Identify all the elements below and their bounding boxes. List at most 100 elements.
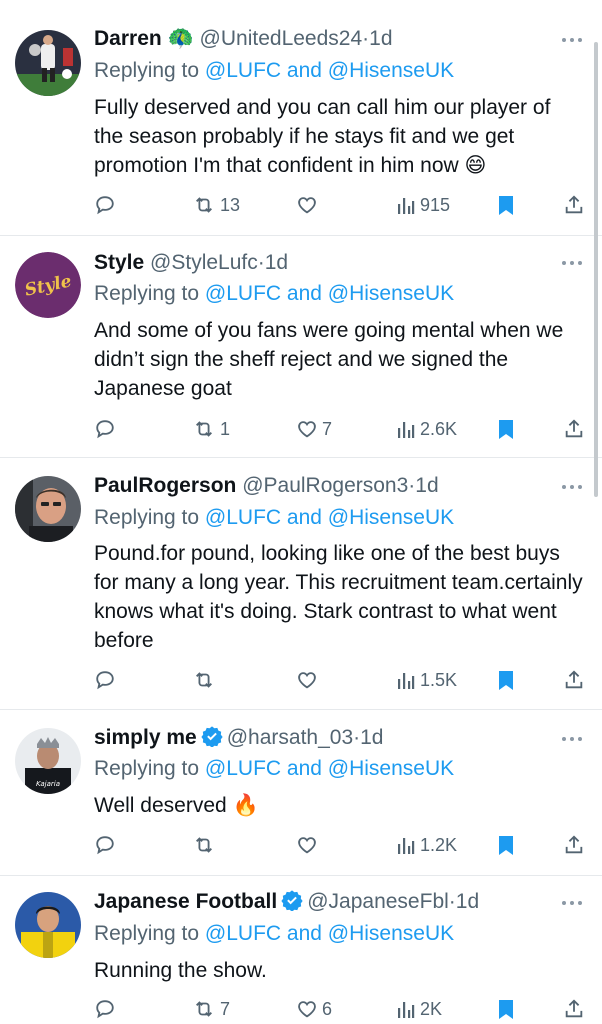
repost-count: 7: [220, 998, 231, 1019]
tweet-actions: 7 6 2K: [0, 996, 602, 1022]
more-icon[interactable]: [560, 482, 584, 492]
tweet[interactable]: Kajaria simply me @harsath_03·1d Replying…: [0, 710, 602, 876]
reply-button[interactable]: [94, 192, 116, 218]
timestamp[interactable]: 1d: [360, 726, 383, 749]
user-handle[interactable]: @UnitedLeeds24: [200, 27, 363, 50]
share-icon: [565, 195, 583, 214]
repost-button[interactable]: 13: [192, 192, 240, 218]
display-name[interactable]: Darren: [94, 27, 162, 50]
tweet-header: simply me @harsath_03·1d: [94, 723, 562, 753]
tweet-text: Fully deserved and you can call him our …: [94, 96, 551, 177]
share-button[interactable]: [563, 996, 585, 1022]
tweet[interactable]: Darren 🦚 @UnitedLeeds24·1d Replying to @…: [0, 0, 602, 236]
more-icon[interactable]: [560, 35, 584, 45]
bookmark-button[interactable]: [496, 192, 516, 218]
like-button[interactable]: [296, 832, 322, 858]
repost-button[interactable]: [192, 832, 220, 858]
reply-button[interactable]: [94, 832, 116, 858]
reply-icon: [96, 420, 114, 439]
repost-button[interactable]: 7: [192, 996, 230, 1022]
user-handle[interactable]: @PaulRogerson3: [242, 474, 408, 497]
reply-button[interactable]: [94, 667, 116, 693]
reply-mentions[interactable]: @LUFC and @HisenseUK: [205, 922, 454, 945]
more-icon[interactable]: [560, 898, 584, 908]
share-icon: [565, 999, 583, 1018]
tweet[interactable]: Japanese Football @JapaneseFbl·1d Replyin…: [0, 876, 602, 1024]
reply-button[interactable]: [94, 996, 116, 1022]
avatar[interactable]: Style: [15, 252, 81, 318]
tweet-header: Darren 🦚 @UnitedLeeds24·1d: [94, 24, 562, 54]
avatar[interactable]: [15, 892, 81, 958]
repost-button[interactable]: 1: [192, 416, 230, 442]
timestamp[interactable]: 1d: [369, 27, 392, 50]
tweet-text: Well deserved 🔥: [94, 794, 259, 817]
bookmark-button[interactable]: [496, 996, 516, 1022]
bookmark-button[interactable]: [496, 832, 516, 858]
display-name[interactable]: simply me: [94, 726, 197, 749]
more-icon[interactable]: [560, 734, 584, 744]
tweet-actions: 13 915: [0, 192, 602, 218]
share-icon: [565, 419, 583, 438]
views-button[interactable]: 915: [396, 192, 450, 218]
views-button[interactable]: 1.2K: [396, 832, 457, 858]
share-button[interactable]: [563, 832, 585, 858]
repost-icon: [196, 421, 212, 437]
display-name[interactable]: Japanese Football: [94, 890, 277, 913]
tweet-text: Pound.for pound, looking like one of the…: [94, 542, 583, 652]
tweet[interactable]: Style Style @StyleLufc·1d Replying to @L…: [0, 236, 602, 458]
bookmark-button[interactable]: [496, 416, 516, 442]
like-button[interactable]: 7: [296, 416, 332, 442]
views-icon: [398, 422, 415, 438]
timestamp[interactable]: 1d: [456, 890, 479, 913]
timestamp[interactable]: 1d: [265, 251, 288, 274]
display-name[interactable]: Style: [94, 251, 144, 274]
replying-to-label: Replying to: [94, 922, 200, 945]
display-name[interactable]: PaulRogerson: [94, 474, 236, 497]
more-icon[interactable]: [560, 258, 584, 268]
view-count: 1.2K: [420, 834, 458, 855]
view-count: 1.5K: [420, 669, 458, 690]
bookmark-icon: [499, 196, 513, 215]
timestamp[interactable]: 1d: [415, 474, 438, 497]
view-count: 2.6K: [420, 418, 458, 439]
reply-mentions[interactable]: @LUFC and @HisenseUK: [205, 506, 454, 529]
reply-button[interactable]: [94, 416, 116, 442]
avatar[interactable]: Kajaria: [15, 728, 81, 794]
like-button[interactable]: [296, 667, 322, 693]
reply-mentions[interactable]: @LUFC and @HisenseUK: [205, 757, 454, 780]
avatar[interactable]: [15, 476, 81, 542]
reply-mentions[interactable]: @LUFC and @HisenseUK: [205, 282, 454, 305]
share-button[interactable]: [563, 192, 585, 218]
tweet-header: Japanese Football @JapaneseFbl·1d: [94, 887, 562, 917]
views-button[interactable]: 1.5K: [396, 667, 457, 693]
user-handle[interactable]: @StyleLufc: [150, 251, 258, 274]
tweet-header: PaulRogerson @PaulRogerson3·1d: [94, 471, 562, 501]
bookmark-button[interactable]: [496, 667, 516, 693]
bookmark-icon: [499, 420, 513, 439]
user-handle[interactable]: @harsath_03: [227, 726, 353, 749]
reply-mentions[interactable]: @LUFC and @HisenseUK: [205, 59, 454, 82]
repost-count: 1: [220, 418, 231, 439]
views-icon: [398, 673, 415, 689]
scrollbar[interactable]: [594, 42, 598, 497]
avatar[interactable]: [15, 30, 81, 96]
tweet-header: Style @StyleLufc·1d: [94, 248, 562, 278]
repost-button[interactable]: [192, 667, 220, 693]
user-handle[interactable]: @JapaneseFbl: [307, 890, 449, 913]
views-icon: [398, 198, 415, 214]
like-button[interactable]: 6: [296, 996, 332, 1022]
tweet[interactable]: PaulRogerson @PaulRogerson3·1d Replying …: [0, 458, 602, 710]
name-emoji: 🦚: [167, 27, 194, 50]
replying-to-label: Replying to: [94, 506, 200, 529]
repost-count: 13: [220, 194, 241, 215]
views-button[interactable]: 2.6K: [396, 416, 457, 442]
replying-to: Replying to @LUFC and @HisenseUK: [94, 503, 454, 533]
repost-icon: [196, 1001, 212, 1017]
like-button[interactable]: [296, 192, 322, 218]
views-button[interactable]: 2K: [396, 996, 442, 1022]
like-icon: [298, 1001, 316, 1018]
bookmark-icon: [499, 836, 513, 855]
share-button[interactable]: [563, 667, 585, 693]
bookmark-icon: [499, 1000, 513, 1019]
share-button[interactable]: [563, 416, 585, 442]
